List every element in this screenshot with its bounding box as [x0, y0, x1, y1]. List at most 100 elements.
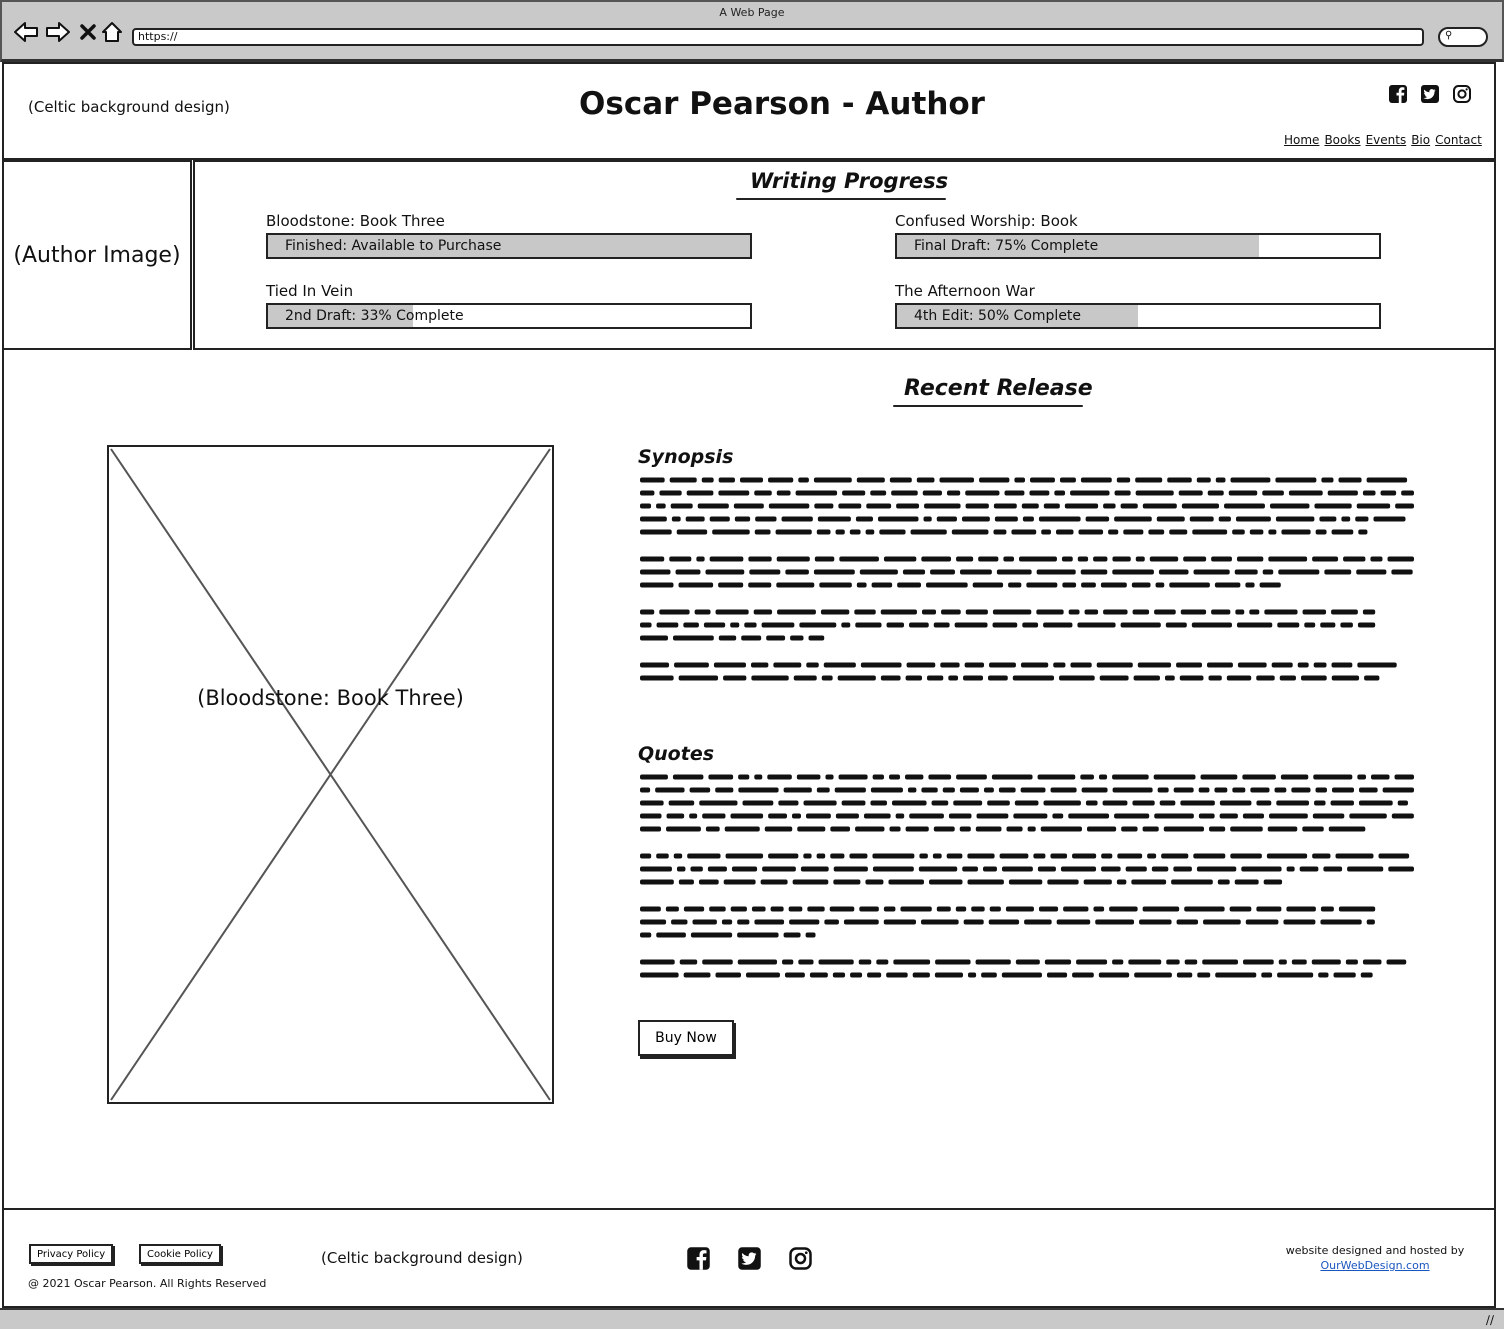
scribble-word [1302, 826, 1324, 832]
scribble-word [1401, 490, 1414, 496]
scribble-word [1297, 662, 1309, 668]
scribble-word [993, 503, 1017, 509]
facebook-icon[interactable] [1388, 84, 1408, 104]
scribble-word [1125, 866, 1147, 872]
scribble-word [896, 503, 920, 509]
url-bar[interactable]: https:// [132, 28, 1424, 46]
scribble-word [964, 662, 985, 668]
scribble-word [1217, 879, 1230, 885]
scribble-word [1055, 529, 1074, 535]
scribble-word [1200, 774, 1238, 780]
scribble-word [905, 675, 923, 681]
scribble-word [685, 516, 705, 522]
scribble-word [692, 919, 717, 925]
scribble-word [1232, 529, 1245, 535]
scribble-word [1176, 662, 1202, 668]
site-header: (Celtic background design) Oscar Pearson… [2, 62, 1496, 160]
scribble-word [1003, 556, 1014, 562]
scribble-word [1373, 516, 1406, 522]
scribble-word [889, 477, 912, 483]
scribble-word [766, 635, 786, 641]
scribble-word [1203, 919, 1241, 925]
cookie-policy-button[interactable]: Cookie Policy [139, 1244, 221, 1264]
main-nav: Home Books Events Bio Contact [1284, 133, 1482, 147]
nav-link-contact[interactable]: Contact [1435, 133, 1482, 147]
scribble-word [783, 932, 801, 938]
scribble-word [640, 853, 652, 859]
nav-link-home[interactable]: Home [1284, 133, 1319, 147]
scribble-word [910, 529, 947, 535]
scribble-word [1072, 853, 1097, 859]
scribble-word [705, 569, 745, 575]
scribble-word [1080, 477, 1112, 483]
instagram-icon[interactable] [788, 1246, 813, 1271]
scribble-word [921, 609, 937, 615]
scribble-word [992, 609, 1032, 615]
instagram-icon[interactable] [1452, 84, 1472, 104]
scribble-word [987, 675, 1008, 681]
resize-grip-icon[interactable]: ∕∕ [1486, 1313, 1494, 1327]
scribble-word [672, 774, 704, 780]
scribble-word [1077, 556, 1089, 562]
scribble-word [744, 622, 757, 628]
scribble-word [712, 529, 750, 535]
scribble-word [1020, 787, 1046, 793]
buy-now-button[interactable]: Buy Now [638, 1020, 734, 1056]
scribble-word [921, 556, 952, 562]
scribble-word [1362, 609, 1376, 615]
home-icon[interactable] [98, 18, 126, 46]
scribble-word [754, 490, 772, 496]
scribble-word [1037, 774, 1076, 780]
scribble-word [1008, 879, 1043, 885]
scribble-word [1021, 503, 1039, 509]
scribble-word [993, 529, 1007, 535]
scribble-word [989, 662, 1016, 668]
twitter-icon[interactable] [737, 1246, 762, 1271]
nav-link-books[interactable]: Books [1324, 133, 1360, 147]
forward-icon[interactable] [44, 18, 72, 46]
credit-link[interactable]: OurWebDesign.com [1320, 1259, 1429, 1272]
scribble-word [942, 787, 955, 793]
scribble-word [1132, 800, 1155, 806]
scribble-word [718, 582, 744, 588]
twitter-icon[interactable] [1420, 84, 1440, 104]
scribble-word [838, 774, 868, 780]
scribble-word [891, 490, 918, 496]
scribble-word [1131, 879, 1167, 885]
facebook-icon[interactable] [686, 1246, 711, 1271]
scribble-word [1271, 662, 1293, 668]
scribble-word [1198, 787, 1210, 793]
scribble-word [1063, 906, 1089, 912]
scribble-word [708, 774, 734, 780]
scribble-word [689, 787, 711, 793]
copyright-text: @ 2021 Oscar Pearson. All Rights Reserve… [28, 1277, 267, 1290]
scribble-word [749, 569, 781, 575]
privacy-policy-button[interactable]: Privacy Policy [29, 1244, 114, 1264]
scribble-word [1159, 800, 1176, 806]
scribble-word [1101, 866, 1121, 872]
scribble-word [678, 675, 719, 681]
scribble-word [1004, 490, 1025, 496]
scribble-word [1080, 569, 1108, 575]
scribble-word [1001, 972, 1042, 978]
scribble-word [1179, 675, 1204, 681]
back-icon[interactable] [12, 18, 40, 46]
scribble-word [1081, 582, 1096, 588]
nav-link-events[interactable]: Events [1366, 133, 1407, 147]
scribble-word [1014, 800, 1039, 806]
scribble-word [1061, 556, 1073, 562]
scribble-word [988, 919, 1020, 925]
scribble-word [854, 609, 876, 615]
scribble-word [760, 879, 788, 885]
scribble-word [640, 866, 672, 872]
browser-search[interactable]: ⚲ [1438, 27, 1488, 47]
scribble-word [751, 675, 789, 681]
scribble-word [936, 516, 957, 522]
scribble-word [805, 932, 816, 938]
nav-link-bio[interactable]: Bio [1411, 133, 1430, 147]
scribble-word [1261, 972, 1273, 978]
scribble-word [640, 503, 652, 509]
scribble-word [1211, 556, 1232, 562]
scribble-word [1123, 529, 1144, 535]
scribble-word [679, 959, 698, 965]
